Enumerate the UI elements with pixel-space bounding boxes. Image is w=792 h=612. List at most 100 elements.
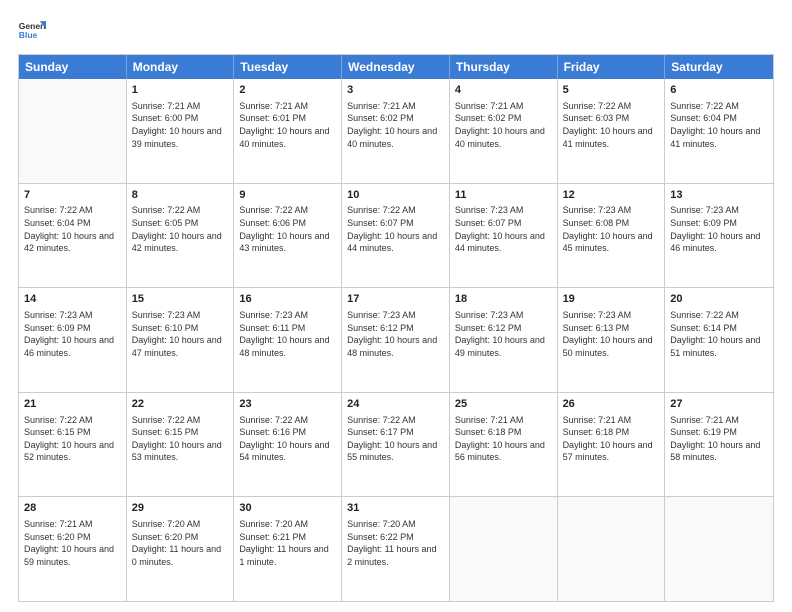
- calendar-day-25: 25 Sunrise: 7:21 AMSunset: 6:18 PMDayligh…: [450, 393, 558, 497]
- calendar: SundayMondayTuesdayWednesdayThursdayFrid…: [18, 54, 774, 602]
- day-number: 3: [347, 83, 444, 98]
- day-info: Sunrise: 7:20 AMSunset: 6:20 PMDaylight:…: [132, 518, 229, 568]
- calendar-day-16: 16 Sunrise: 7:23 AMSunset: 6:11 PMDayligh…: [234, 288, 342, 392]
- day-info: Sunrise: 7:21 AMSunset: 6:01 PMDaylight:…: [239, 100, 336, 150]
- day-info: Sunrise: 7:23 AMSunset: 6:08 PMDaylight:…: [563, 204, 660, 254]
- day-info: Sunrise: 7:23 AMSunset: 6:12 PMDaylight:…: [347, 309, 444, 359]
- calendar-week-2: 7Sunrise: 7:22 AMSunset: 6:04 PMDaylight…: [19, 184, 773, 289]
- day-number: 24: [347, 397, 444, 412]
- calendar-day-18: 18 Sunrise: 7:23 AMSunset: 6:12 PMDayligh…: [450, 288, 558, 392]
- day-info: Sunrise: 7:21 AMSunset: 6:00 PMDaylight:…: [132, 100, 229, 150]
- calendar-week-3: 14Sunrise: 7:23 AMSunset: 6:09 PMDayligh…: [19, 288, 773, 393]
- calendar-day-28: 28 Sunrise: 7:21 AMSunset: 6:20 PMDayligh…: [19, 497, 127, 601]
- day-info: Sunrise: 7:23 AMSunset: 6:09 PMDaylight:…: [670, 204, 768, 254]
- day-info: Sunrise: 7:21 AMSunset: 6:18 PMDaylight:…: [455, 414, 552, 464]
- calendar-week-1: 1 Sunrise: 7:21 AMSunset: 6:00 PMDaylight…: [19, 79, 773, 184]
- calendar-day-5: 5 Sunrise: 7:22 AMSunset: 6:03 PMDaylight…: [558, 79, 666, 183]
- day-number: 20: [670, 292, 768, 307]
- page-header: General Blue: [18, 18, 774, 46]
- calendar-day-empty: [19, 79, 127, 183]
- calendar-day-7: 7Sunrise: 7:22 AMSunset: 6:04 PMDaylight…: [19, 184, 127, 288]
- day-info: Sunrise: 7:22 AMSunset: 6:07 PMDaylight:…: [347, 204, 444, 254]
- day-number: 5: [563, 83, 660, 98]
- day-number: 28: [24, 501, 121, 516]
- day-number: 17: [347, 292, 444, 307]
- calendar-day-20: 20 Sunrise: 7:22 AMSunset: 6:14 PMDayligh…: [665, 288, 773, 392]
- day-info: Sunrise: 7:23 AMSunset: 6:12 PMDaylight:…: [455, 309, 552, 359]
- day-info: Sunrise: 7:22 AMSunset: 6:16 PMDaylight:…: [239, 414, 336, 464]
- day-number: 16: [239, 292, 336, 307]
- day-info: Sunrise: 7:21 AMSunset: 6:02 PMDaylight:…: [455, 100, 552, 150]
- header-day-monday: Monday: [127, 55, 235, 79]
- day-info: Sunrise: 7:22 AMSunset: 6:05 PMDaylight:…: [132, 204, 229, 254]
- calendar-day-1: 1 Sunrise: 7:21 AMSunset: 6:00 PMDaylight…: [127, 79, 235, 183]
- day-number: 13: [670, 188, 768, 203]
- header-day-thursday: Thursday: [450, 55, 558, 79]
- day-number: 12: [563, 188, 660, 203]
- day-info: Sunrise: 7:22 AMSunset: 6:06 PMDaylight:…: [239, 204, 336, 254]
- day-number: 7: [24, 188, 121, 203]
- day-number: 23: [239, 397, 336, 412]
- day-number: 8: [132, 188, 229, 203]
- calendar-day-empty: [450, 497, 558, 601]
- day-info: Sunrise: 7:20 AMSunset: 6:22 PMDaylight:…: [347, 518, 444, 568]
- calendar-day-11: 11Sunrise: 7:23 AMSunset: 6:07 PMDayligh…: [450, 184, 558, 288]
- day-info: Sunrise: 7:20 AMSunset: 6:21 PMDaylight:…: [239, 518, 336, 568]
- calendar-day-2: 2 Sunrise: 7:21 AMSunset: 6:01 PMDaylight…: [234, 79, 342, 183]
- header-day-sunday: Sunday: [19, 55, 127, 79]
- calendar-body: 1 Sunrise: 7:21 AMSunset: 6:00 PMDaylight…: [19, 79, 773, 601]
- calendar-day-empty: [558, 497, 666, 601]
- calendar-day-27: 27Sunrise: 7:21 AMSunset: 6:19 PMDayligh…: [665, 393, 773, 497]
- day-number: 26: [563, 397, 660, 412]
- logo-icon: General Blue: [18, 18, 46, 46]
- svg-text:Blue: Blue: [19, 30, 38, 40]
- calendar-day-9: 9Sunrise: 7:22 AMSunset: 6:06 PMDaylight…: [234, 184, 342, 288]
- calendar-day-13: 13Sunrise: 7:23 AMSunset: 6:09 PMDayligh…: [665, 184, 773, 288]
- calendar-day-12: 12Sunrise: 7:23 AMSunset: 6:08 PMDayligh…: [558, 184, 666, 288]
- header-day-friday: Friday: [558, 55, 666, 79]
- logo: General Blue: [18, 18, 50, 46]
- day-number: 11: [455, 188, 552, 203]
- calendar-day-22: 22Sunrise: 7:22 AMSunset: 6:15 PMDayligh…: [127, 393, 235, 497]
- day-number: 30: [239, 501, 336, 516]
- day-number: 15: [132, 292, 229, 307]
- calendar-day-8: 8Sunrise: 7:22 AMSunset: 6:05 PMDaylight…: [127, 184, 235, 288]
- calendar-day-31: 31 Sunrise: 7:20 AMSunset: 6:22 PMDayligh…: [342, 497, 450, 601]
- calendar-day-17: 17 Sunrise: 7:23 AMSunset: 6:12 PMDayligh…: [342, 288, 450, 392]
- day-info: Sunrise: 7:23 AMSunset: 6:11 PMDaylight:…: [239, 309, 336, 359]
- day-number: 1: [132, 83, 229, 98]
- calendar-day-15: 15 Sunrise: 7:23 AMSunset: 6:10 PMDayligh…: [127, 288, 235, 392]
- calendar-day-19: 19 Sunrise: 7:23 AMSunset: 6:13 PMDayligh…: [558, 288, 666, 392]
- day-info: Sunrise: 7:22 AMSunset: 6:04 PMDaylight:…: [24, 204, 121, 254]
- calendar-day-14: 14Sunrise: 7:23 AMSunset: 6:09 PMDayligh…: [19, 288, 127, 392]
- calendar-day-30: 30 Sunrise: 7:20 AMSunset: 6:21 PMDayligh…: [234, 497, 342, 601]
- day-number: 29: [132, 501, 229, 516]
- day-number: 21: [24, 397, 121, 412]
- day-info: Sunrise: 7:23 AMSunset: 6:10 PMDaylight:…: [132, 309, 229, 359]
- day-info: Sunrise: 7:21 AMSunset: 6:20 PMDaylight:…: [24, 518, 121, 568]
- day-number: 10: [347, 188, 444, 203]
- calendar-day-23: 23 Sunrise: 7:22 AMSunset: 6:16 PMDayligh…: [234, 393, 342, 497]
- day-number: 9: [239, 188, 336, 203]
- day-number: 14: [24, 292, 121, 307]
- day-info: Sunrise: 7:23 AMSunset: 6:07 PMDaylight:…: [455, 204, 552, 254]
- day-info: Sunrise: 7:23 AMSunset: 6:13 PMDaylight:…: [563, 309, 660, 359]
- day-number: 2: [239, 83, 336, 98]
- calendar-day-empty: [665, 497, 773, 601]
- day-info: Sunrise: 7:22 AMSunset: 6:14 PMDaylight:…: [670, 309, 768, 359]
- day-number: 31: [347, 501, 444, 516]
- calendar-day-6: 6Sunrise: 7:22 AMSunset: 6:04 PMDaylight…: [665, 79, 773, 183]
- day-number: 19: [563, 292, 660, 307]
- calendar-day-10: 10Sunrise: 7:22 AMSunset: 6:07 PMDayligh…: [342, 184, 450, 288]
- day-number: 25: [455, 397, 552, 412]
- calendar-header: SundayMondayTuesdayWednesdayThursdayFrid…: [19, 55, 773, 79]
- day-number: 6: [670, 83, 768, 98]
- calendar-day-24: 24 Sunrise: 7:22 AMSunset: 6:17 PMDayligh…: [342, 393, 450, 497]
- day-info: Sunrise: 7:22 AMSunset: 6:15 PMDaylight:…: [24, 414, 121, 464]
- day-info: Sunrise: 7:22 AMSunset: 6:03 PMDaylight:…: [563, 100, 660, 150]
- day-number: 27: [670, 397, 768, 412]
- day-info: Sunrise: 7:21 AMSunset: 6:02 PMDaylight:…: [347, 100, 444, 150]
- day-info: Sunrise: 7:22 AMSunset: 6:17 PMDaylight:…: [347, 414, 444, 464]
- calendar-day-29: 29 Sunrise: 7:20 AMSunset: 6:20 PMDayligh…: [127, 497, 235, 601]
- day-number: 18: [455, 292, 552, 307]
